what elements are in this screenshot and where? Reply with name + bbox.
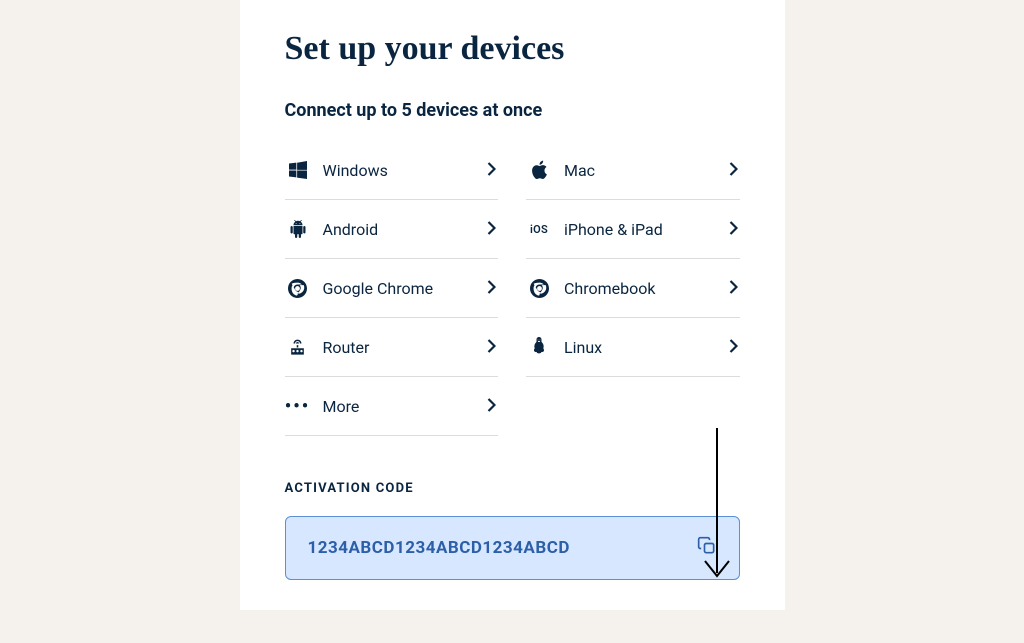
device-label: Android xyxy=(323,220,488,239)
device-label: Router xyxy=(323,338,488,357)
device-label: Google Chrome xyxy=(323,279,488,298)
chrome-icon xyxy=(287,277,309,299)
device-label: Windows xyxy=(323,161,488,180)
page-subtitle: Connect up to 5 devices at once xyxy=(285,100,740,121)
device-label: Chromebook xyxy=(564,279,729,298)
device-mac[interactable]: Mac xyxy=(526,141,740,200)
device-label: Linux xyxy=(564,338,729,357)
device-label: Mac xyxy=(564,161,729,180)
chevron-right-icon xyxy=(729,219,738,240)
setup-card: Set up your devices Connect up to 5 devi… xyxy=(240,0,785,610)
more-icon: ••• xyxy=(287,395,309,417)
chevron-right-icon xyxy=(487,278,496,299)
device-iphone-ipad[interactable]: iOS iPhone & iPad xyxy=(526,200,740,259)
chevron-right-icon xyxy=(487,396,496,417)
device-label: iPhone & iPad xyxy=(564,220,729,239)
windows-icon xyxy=(287,159,309,181)
device-grid: Windows Mac Android iOS iPho xyxy=(285,141,740,436)
linux-icon xyxy=(528,336,550,358)
device-chrome[interactable]: Google Chrome xyxy=(285,259,499,318)
chevron-right-icon xyxy=(729,278,738,299)
activation-label: ACTIVATION CODE xyxy=(285,481,740,496)
apple-icon xyxy=(528,159,550,181)
device-chromebook[interactable]: Chromebook xyxy=(526,259,740,318)
chevron-right-icon xyxy=(729,160,738,181)
chevron-right-icon xyxy=(729,337,738,358)
chevron-right-icon xyxy=(487,160,496,181)
device-router[interactable]: Router xyxy=(285,318,499,377)
ios-icon: iOS xyxy=(528,218,550,240)
android-icon xyxy=(287,218,309,240)
activation-code: 1234ABCD1234ABCD1234ABCD xyxy=(308,538,570,558)
chrome-icon xyxy=(528,277,550,299)
chevron-right-icon xyxy=(487,337,496,358)
copy-icon[interactable] xyxy=(697,536,717,560)
activation-section: ACTIVATION CODE 1234ABCD1234ABCD1234ABCD xyxy=(285,481,740,580)
page-title: Set up your devices xyxy=(285,30,740,68)
device-windows[interactable]: Windows xyxy=(285,141,499,200)
device-android[interactable]: Android xyxy=(285,200,499,259)
chevron-right-icon xyxy=(487,219,496,240)
router-icon xyxy=(287,336,309,358)
activation-code-box: 1234ABCD1234ABCD1234ABCD xyxy=(285,516,740,580)
device-more[interactable]: ••• More xyxy=(285,377,499,436)
device-label: More xyxy=(323,397,488,416)
device-linux[interactable]: Linux xyxy=(526,318,740,377)
